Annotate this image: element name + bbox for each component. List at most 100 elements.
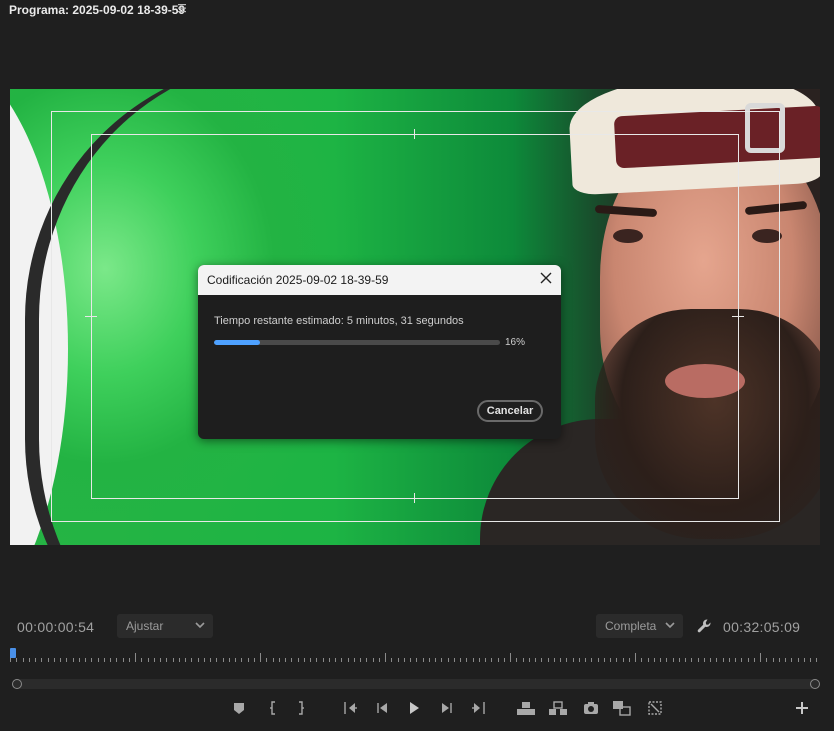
proxy-toggle-icon[interactable]	[646, 699, 664, 717]
ruler-tick	[322, 658, 324, 662]
ruler-tick	[141, 658, 143, 662]
ruler-tick	[803, 658, 805, 662]
play-icon[interactable]	[405, 699, 423, 717]
ruler-tick	[560, 658, 561, 662]
ruler-tick	[260, 653, 261, 662]
safe-tick-bottom	[414, 493, 415, 503]
ruler-tick	[466, 658, 468, 662]
ruler-tick	[35, 658, 36, 662]
ruler-tick	[116, 658, 118, 662]
time-ruler[interactable]	[10, 648, 824, 662]
encoding-dialog: Codificación 2025-09-02 18-39-59 Tiempo …	[198, 265, 561, 439]
ruler-tick	[735, 658, 736, 662]
ruler-tick	[153, 658, 155, 662]
ruler-tick	[110, 658, 111, 662]
ruler-tick	[128, 658, 130, 662]
ruler-tick	[572, 658, 574, 662]
ruler-tick	[541, 658, 543, 662]
ruler-tick	[178, 658, 180, 662]
add-marker-icon[interactable]	[230, 699, 248, 717]
panel-header: Programa: 2025-09-02 18-39-59	[0, 0, 834, 20]
extract-icon[interactable]	[548, 699, 567, 717]
ruler-tick	[585, 658, 586, 662]
scrollbar-left-handle[interactable]	[12, 679, 22, 689]
ruler-tick	[772, 658, 774, 662]
ruler-tick	[278, 658, 280, 662]
ruler-tick	[335, 658, 336, 662]
ruler-tick	[91, 658, 93, 662]
close-icon[interactable]	[539, 271, 553, 285]
step-forward-icon[interactable]	[437, 699, 455, 717]
zoom-dropdown[interactable]: Ajustar	[117, 614, 213, 638]
ruler-tick	[716, 658, 718, 662]
encoding-progress-bar	[214, 340, 500, 345]
ruler-tick	[753, 658, 755, 662]
chevron-down-icon	[663, 618, 677, 635]
ruler-tick	[385, 653, 386, 662]
ruler-tick	[603, 658, 605, 662]
dialog-titlebar: Codificación 2025-09-02 18-39-59	[198, 265, 561, 295]
ruler-tick	[678, 658, 680, 662]
ruler-tick	[103, 658, 105, 662]
ruler-tick	[553, 658, 555, 662]
ruler-tick	[66, 658, 68, 662]
safe-tick-right	[732, 316, 744, 317]
resolution-dropdown-value: Completa	[605, 619, 657, 633]
mark-in-icon[interactable]	[264, 699, 282, 717]
ruler-tick	[410, 658, 411, 662]
hamburger-menu-icon[interactable]	[177, 2, 187, 17]
ruler-tick	[785, 658, 786, 662]
ruler-tick	[497, 658, 499, 662]
ruler-tick	[97, 658, 99, 662]
ruler-tick	[766, 658, 768, 662]
ruler-tick	[441, 658, 443, 662]
ruler-tick	[285, 658, 286, 662]
ruler-tick	[422, 658, 424, 662]
ruler-tick	[185, 658, 186, 662]
current-timecode[interactable]: 00:00:00:54	[17, 619, 94, 635]
playhead[interactable]	[10, 648, 16, 658]
ruler-tick	[366, 658, 368, 662]
export-frame-icon[interactable]	[582, 699, 600, 717]
ruler-tick	[610, 658, 611, 662]
ruler-tick	[447, 658, 449, 662]
go-to-in-icon[interactable]	[342, 699, 360, 717]
ruler-tick	[478, 658, 480, 662]
ruler-tick	[41, 658, 43, 662]
time-remaining-text: Tiempo restante estimado: 5 minutos, 31 …	[214, 315, 464, 327]
ruler-tick	[291, 658, 293, 662]
ruler-tick	[160, 658, 161, 662]
progress-percent: 16%	[505, 337, 526, 348]
scrollbar-right-handle[interactable]	[810, 679, 820, 689]
ruler-tick	[628, 658, 630, 662]
wrench-icon[interactable]	[695, 617, 713, 640]
lift-icon[interactable]	[516, 699, 535, 717]
go-to-out-icon[interactable]	[469, 699, 487, 717]
ruler-tick	[741, 658, 743, 662]
cancel-button[interactable]: Cancelar	[477, 400, 543, 422]
ruler-tick	[578, 658, 580, 662]
ruler-tick	[672, 658, 674, 662]
ruler-tick	[347, 658, 349, 662]
add-button-icon[interactable]	[793, 699, 811, 717]
ruler-tick	[341, 658, 343, 662]
resolution-dropdown[interactable]: Completa	[596, 614, 683, 638]
comparison-view-icon[interactable]	[612, 699, 631, 717]
ruler-tick	[253, 658, 255, 662]
ruler-tick	[453, 658, 455, 662]
ruler-tick	[641, 658, 643, 662]
mark-out-icon[interactable]	[292, 699, 310, 717]
ruler-tick	[147, 658, 149, 662]
ruler-tick	[166, 658, 168, 662]
ruler-tick	[78, 658, 80, 662]
ruler-tick	[235, 658, 236, 662]
zoom-scrollbar[interactable]	[12, 679, 820, 689]
ruler-tick	[135, 653, 136, 662]
ruler-tick	[660, 658, 661, 662]
ruler-tick	[666, 658, 668, 662]
ruler-tick	[272, 658, 274, 662]
step-back-icon[interactable]	[374, 699, 392, 717]
ruler-tick	[122, 658, 124, 662]
ruler-tick	[691, 658, 693, 662]
safe-tick-left	[85, 316, 97, 317]
